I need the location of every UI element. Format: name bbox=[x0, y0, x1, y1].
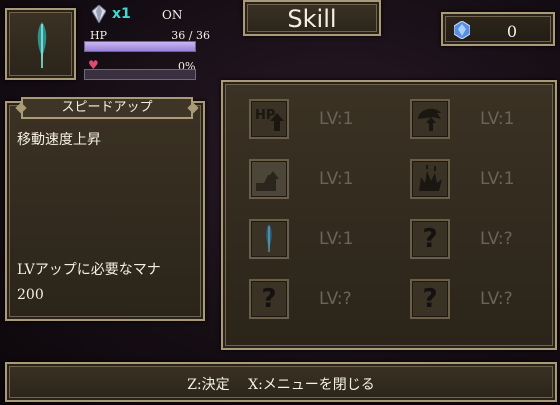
mana-requirement-label: LVアップに必要なマナ bbox=[17, 262, 161, 278]
unknown-icon: ? bbox=[410, 219, 450, 259]
mana-requirement-value: 200 bbox=[17, 287, 44, 303]
skill-name-header: スピードアップ bbox=[21, 97, 193, 119]
skill-level: LV:1 bbox=[319, 169, 354, 189]
hp-bar bbox=[84, 41, 196, 52]
feather-icon bbox=[249, 219, 289, 259]
love-bar bbox=[84, 69, 196, 80]
player-stats: x1 ON HP 36 / 36 ♥ 0% bbox=[84, 3, 214, 83]
unknown-icon: ? bbox=[410, 279, 450, 319]
status-indicator: ON bbox=[162, 8, 183, 22]
skill-level: LV:? bbox=[480, 289, 513, 309]
skill-grid: HP LV:1 LV:1 LV:1 LV:1 LV:1 ? LV:? ? LV:… bbox=[221, 80, 557, 350]
feather-icon bbox=[37, 22, 47, 70]
title-panel: Skill bbox=[243, 0, 381, 36]
mana-gem-icon bbox=[454, 21, 470, 39]
unknown-icon: ? bbox=[249, 279, 289, 319]
skill-slot-hp-up[interactable]: HP LV:1 bbox=[223, 96, 373, 142]
skill-slot-locked[interactable]: ? LV:? bbox=[384, 216, 534, 262]
skill-slot-beast[interactable]: LV:1 bbox=[384, 156, 534, 202]
skill-effect-text: 移動速度上昇 bbox=[17, 132, 101, 148]
skill-level: LV:? bbox=[319, 289, 352, 309]
skill-level: LV:1 bbox=[319, 229, 354, 249]
character-portrait bbox=[5, 8, 76, 80]
hp-up-icon: HP bbox=[249, 99, 289, 139]
hp-bar-fill bbox=[85, 42, 195, 51]
skill-slot-locked[interactable]: ? LV:? bbox=[384, 276, 534, 322]
crystal-count: x1 bbox=[112, 6, 131, 22]
skill-slot-stamina-up[interactable]: LV:1 bbox=[384, 96, 534, 142]
stamina-up-icon bbox=[410, 99, 450, 139]
skill-level: LV:1 bbox=[480, 169, 515, 189]
crystal-icon bbox=[92, 5, 106, 23]
mana-value: 0 bbox=[506, 22, 517, 41]
skill-slot-locked[interactable]: ? LV:? bbox=[223, 276, 373, 322]
skill-slot-speed-up[interactable]: LV:1 bbox=[223, 156, 373, 202]
beast-icon bbox=[410, 159, 450, 199]
skill-level: LV:1 bbox=[480, 109, 515, 129]
speed-up-icon bbox=[249, 159, 289, 199]
mana-panel: 0 bbox=[441, 12, 555, 46]
skill-level: LV:? bbox=[480, 229, 513, 249]
skill-description-panel: スピードアップ 移動速度上昇 LVアップに必要なマナ 200 bbox=[5, 97, 205, 321]
controls-hint-bar: Z:決定 X:メニューを閉じる bbox=[5, 362, 557, 402]
controls-hint: Z:決定 X:メニューを閉じる bbox=[187, 377, 375, 393]
skill-slot-feather[interactable]: LV:1 bbox=[223, 216, 373, 262]
page-title: Skill bbox=[287, 5, 337, 33]
skill-level: LV:1 bbox=[319, 109, 354, 129]
